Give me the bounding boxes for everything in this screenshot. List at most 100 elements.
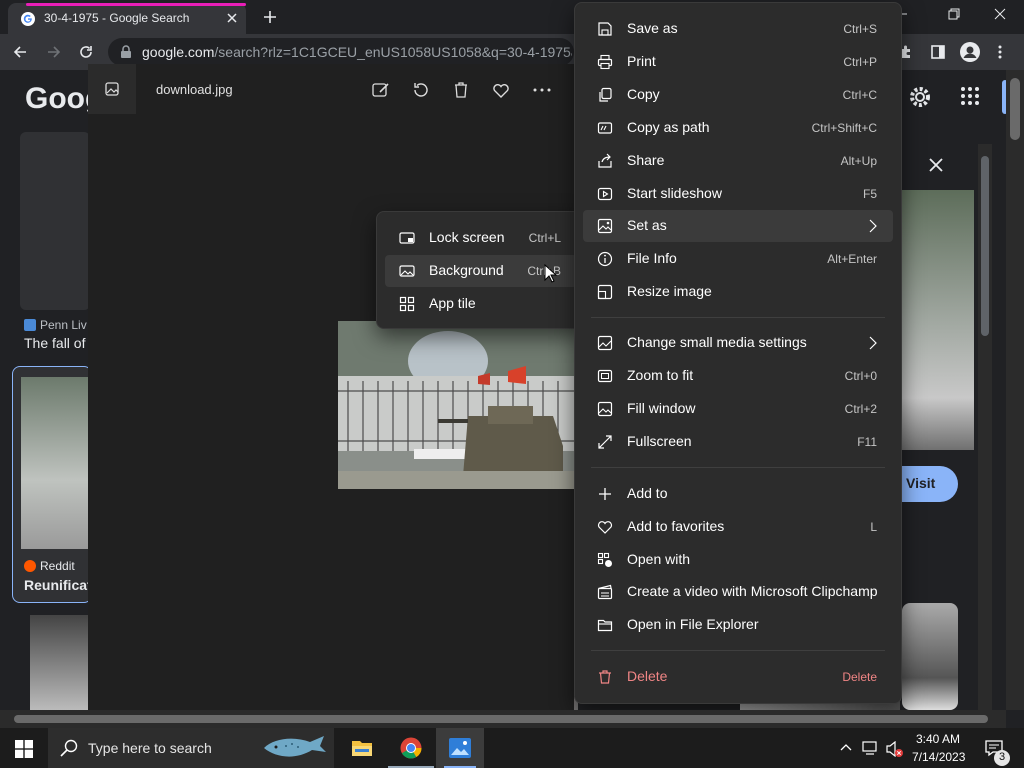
- tab-close-icon[interactable]: [224, 10, 240, 26]
- menu-item-file-info[interactable]: File Info Alt+Enter: [583, 243, 893, 275]
- google-favicon-icon: [20, 11, 36, 27]
- lock-icon[interactable]: [120, 45, 132, 59]
- menu-item-open-with[interactable]: Open with: [583, 544, 893, 576]
- menu-item-app-tile[interactable]: App tile: [385, 288, 577, 320]
- menu-item-shortcut: Ctrl+C: [842, 88, 877, 102]
- result-thumbnail[interactable]: [30, 615, 90, 710]
- chrome-taskbar-icon[interactable]: [400, 737, 422, 759]
- visit-button[interactable]: Visit: [896, 466, 958, 502]
- favorite-heart-icon[interactable]: [492, 81, 510, 99]
- menu-item-save-as[interactable]: Save as Ctrl+S: [583, 13, 893, 45]
- preview-image[interactable]: [902, 190, 974, 450]
- address-bar[interactable]: google.com/search?rlz=1C1GCEU_enUS1058US…: [108, 38, 574, 66]
- apps-grid-icon[interactable]: [960, 86, 980, 106]
- page-scroll-thumb[interactable]: [1010, 78, 1020, 140]
- menu-item-lock-screen[interactable]: Lock screen Ctrl+L: [385, 222, 577, 254]
- close-preview-icon[interactable]: [928, 157, 944, 173]
- media-settings-icon: [597, 335, 613, 351]
- open-with-icon: [597, 552, 613, 568]
- edit-image-icon[interactable]: [372, 81, 390, 99]
- network-icon[interactable]: [862, 741, 880, 755]
- result-thumbnail[interactable]: [20, 132, 90, 310]
- browser-menu-icon[interactable]: [996, 44, 1004, 60]
- back-icon[interactable]: [12, 44, 28, 60]
- fullscreen-icon: [597, 434, 613, 450]
- taskbar-search-box[interactable]: Type here to search: [48, 728, 334, 768]
- menu-item-label: Share: [627, 152, 665, 168]
- result-source[interactable]: Reddit: [40, 559, 75, 573]
- volume-muted-icon[interactable]: [886, 741, 904, 757]
- clock-date[interactable]: 7/14/2023: [912, 750, 965, 764]
- menu-item-resize-image[interactable]: Resize image: [583, 276, 893, 308]
- photo-context-menu: Save as Ctrl+S Print Ctrl+P Copy Ctrl+C …: [574, 2, 902, 704]
- preview-scroll-thumb[interactable]: [981, 156, 989, 336]
- search-icon: [60, 739, 78, 757]
- clipchamp-icon: [597, 584, 613, 600]
- menu-item-print[interactable]: Print Ctrl+P: [583, 46, 893, 78]
- menu-item-change-small-media-settings[interactable]: Change small media settings: [583, 327, 893, 359]
- url-text[interactable]: google.com/search?rlz=1C1GCEU_enUS1058US…: [142, 44, 572, 60]
- result-source[interactable]: Penn Liv: [40, 318, 87, 332]
- menu-separator: [591, 650, 885, 651]
- menu-item-add-to-favorites[interactable]: Add to favorites L: [583, 511, 893, 543]
- menu-item-share[interactable]: Share Alt+Up: [583, 145, 893, 177]
- menu-item-fill-window[interactable]: Fill window Ctrl+2: [583, 393, 893, 425]
- menu-item-shortcut: Ctrl+S: [843, 22, 877, 36]
- more-options-icon[interactable]: [532, 81, 552, 99]
- set-as-icon: [597, 218, 613, 234]
- menu-item-label: Print: [627, 53, 656, 69]
- page-horizontal-scrollbar[interactable]: [0, 710, 1006, 728]
- menu-item-label: Create a video with Microsoft Clipchamp: [627, 583, 878, 599]
- restore-icon[interactable]: [948, 8, 960, 20]
- preview-scrollbar[interactable]: [978, 144, 992, 710]
- menu-item-open-in-file-explorer[interactable]: Open in File Explorer: [583, 609, 893, 641]
- menu-item-zoom-to-fit[interactable]: Zoom to fit Ctrl+0: [583, 360, 893, 392]
- tray-chevron-up-icon[interactable]: [840, 742, 852, 754]
- menu-item-copy[interactable]: Copy Ctrl+C: [583, 79, 893, 111]
- menu-item-shortcut: Ctrl+Shift+C: [811, 121, 877, 135]
- app-tile-icon: [399, 296, 415, 312]
- menu-item-label: Copy as path: [627, 119, 710, 135]
- menu-item-set-as[interactable]: Set as: [583, 210, 893, 242]
- photos-taskbar-button[interactable]: [436, 728, 484, 768]
- new-tab-icon[interactable]: [262, 9, 278, 25]
- result-image: [21, 377, 91, 549]
- menu-item-label: Copy: [627, 86, 660, 102]
- menu-item-delete[interactable]: Delete Delete: [583, 661, 893, 693]
- settings-gear-icon[interactable]: [908, 85, 932, 109]
- result-thumbnail[interactable]: [902, 603, 958, 710]
- menu-item-add-to[interactable]: Add to: [583, 478, 893, 510]
- page-vertical-scrollbar[interactable]: [1006, 70, 1024, 710]
- trash-icon: [597, 669, 613, 685]
- tank-photo: [338, 321, 574, 489]
- result-title[interactable]: The fall of: [24, 335, 85, 351]
- gallery-icon[interactable]: [104, 81, 120, 97]
- clock-time[interactable]: 3:40 AM: [916, 732, 960, 746]
- delete-icon[interactable]: [452, 81, 470, 99]
- notification-badge: 3: [994, 750, 1010, 766]
- side-panel-icon[interactable]: [930, 44, 946, 60]
- browser-tab[interactable]: 30-4-1975 - Google Search: [8, 3, 246, 34]
- menu-item-create-video-clipchamp[interactable]: Create a video with Microsoft Clipchamp: [583, 576, 893, 608]
- menu-item-label: File Info: [627, 250, 677, 266]
- rotate-icon[interactable]: [412, 81, 430, 99]
- folder-icon: [597, 617, 613, 633]
- menu-item-label: Fill window: [627, 400, 696, 416]
- reload-icon[interactable]: [78, 44, 94, 60]
- viewer-gallery-tab[interactable]: [88, 64, 136, 114]
- windows-start-icon[interactable]: [15, 740, 33, 758]
- menu-item-copy-as-path[interactable]: Copy as path Ctrl+Shift+C: [583, 112, 893, 144]
- menu-item-start-slideshow[interactable]: Start slideshow F5: [583, 178, 893, 210]
- menu-item-fullscreen[interactable]: Fullscreen F11: [583, 426, 893, 458]
- window-close-icon[interactable]: [994, 8, 1006, 20]
- tab-accent-bar: [26, 3, 246, 6]
- profile-avatar-icon[interactable]: [960, 42, 980, 62]
- displayed-photo[interactable]: [338, 321, 574, 489]
- menu-item-shortcut: F11: [857, 435, 877, 449]
- result-title[interactable]: Reunificat: [24, 577, 92, 593]
- file-explorer-taskbar-icon[interactable]: [351, 738, 373, 758]
- page-hscroll-thumb[interactable]: [14, 715, 988, 723]
- forward-icon[interactable]: [46, 44, 62, 60]
- background-icon: [399, 263, 415, 279]
- menu-item-shortcut: Alt+Enter: [827, 252, 877, 266]
